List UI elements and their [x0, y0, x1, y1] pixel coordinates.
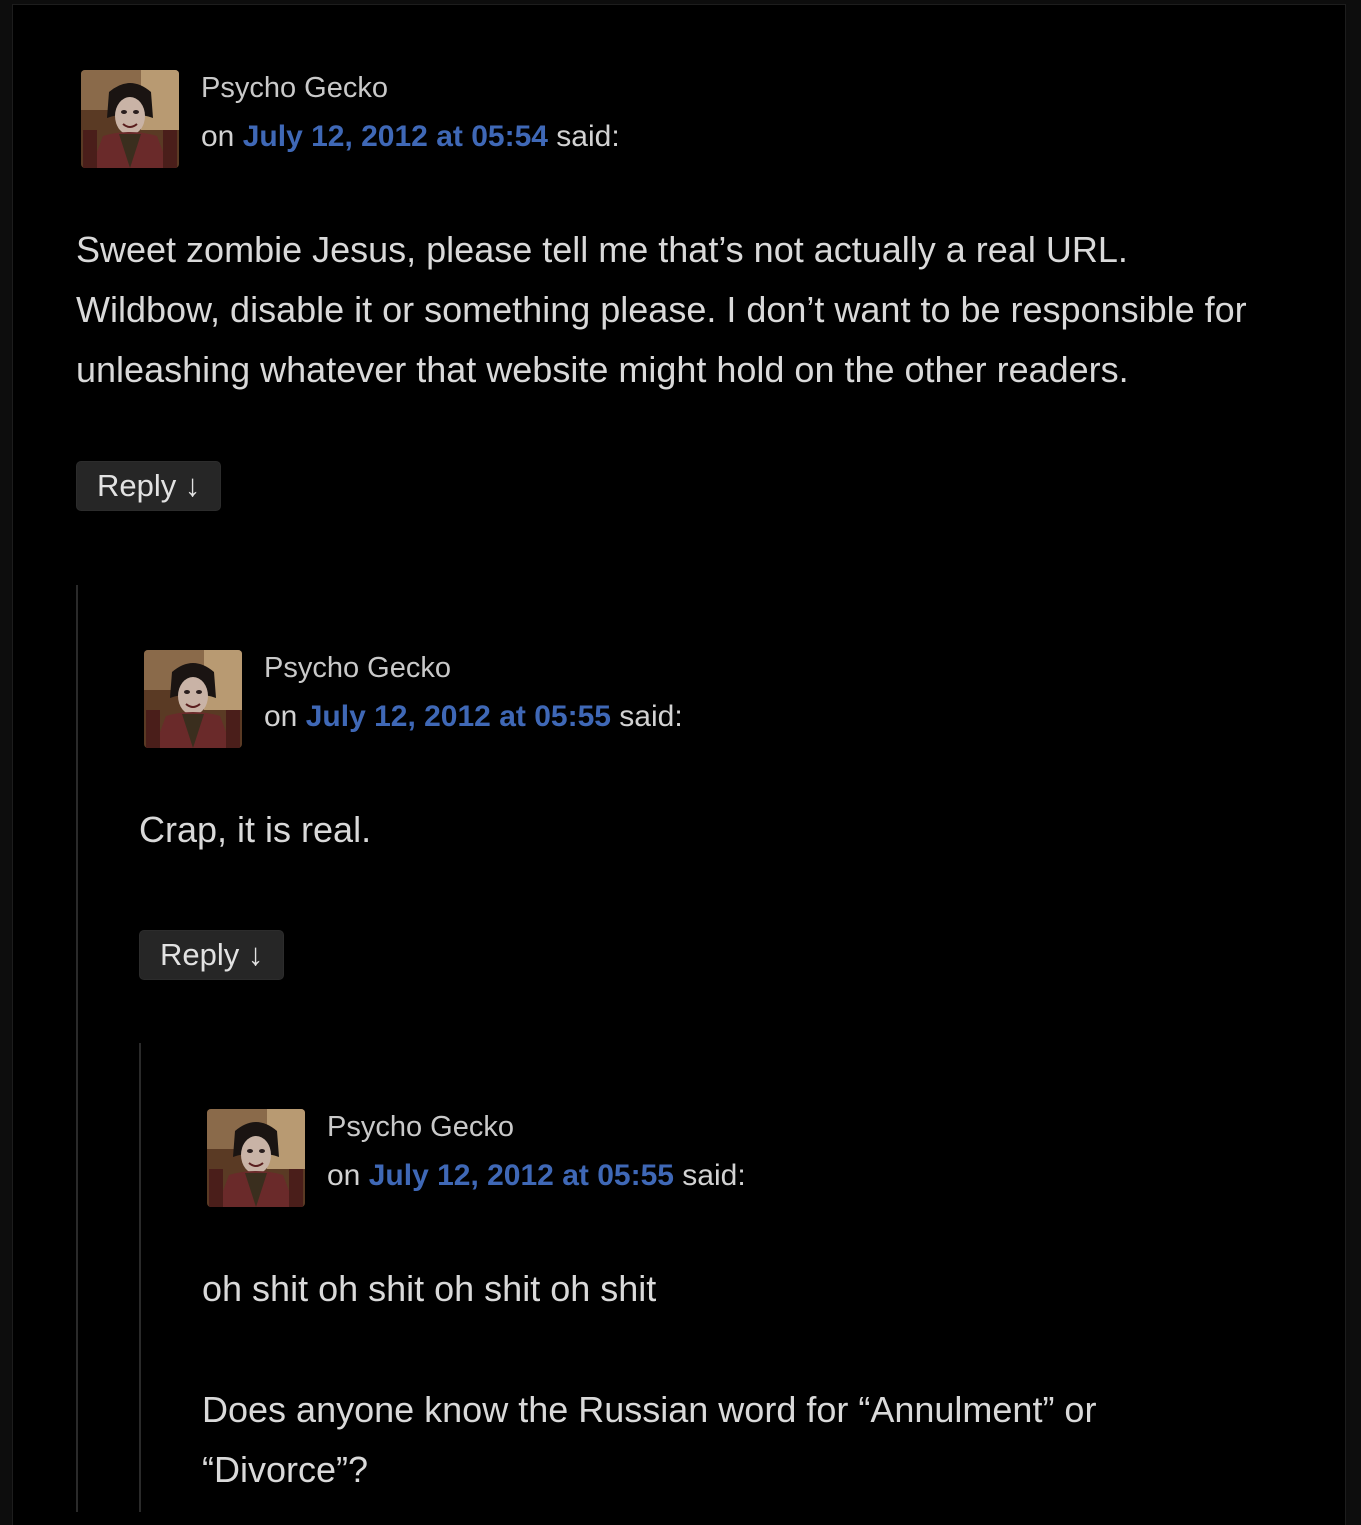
comment-author: Psycho Gecko — [201, 72, 388, 104]
comment-header: Psycho Gecko on July 12, 2012 at 05:54 s… — [76, 70, 1276, 168]
reply-button[interactable]: Reply ↓ — [139, 930, 285, 980]
comment-header: Psycho Gecko on July 12, 2012 at 05:55 s… — [139, 650, 1289, 748]
thread-line-level-2 — [139, 1043, 141, 1512]
avatar[interactable] — [207, 1109, 305, 1207]
thread-line-level-1 — [76, 585, 78, 1512]
comment: Psycho Gecko on July 12, 2012 at 05:55 s… — [139, 650, 1289, 980]
comment-meta: on July 12, 2012 at 05:55 said: — [264, 700, 683, 734]
meta-said: said: — [619, 700, 683, 733]
meta-on-prefix: on — [264, 700, 298, 733]
avatar-image-icon — [81, 70, 179, 168]
comment-body: Crap, it is real. — [139, 809, 372, 850]
comment-body: Does anyone know the Russian word for “A… — [202, 1389, 1097, 1490]
comment: Psycho Gecko on July 12, 2012 at 05:54 s… — [76, 70, 1276, 511]
meta-said: said: — [556, 120, 620, 153]
meta-on-prefix: on — [201, 120, 235, 153]
comment: Psycho Gecko on July 12, 2012 at 05:55 s… — [202, 1109, 1202, 1500]
avatar[interactable] — [81, 70, 179, 168]
meta-on-prefix: on — [327, 1159, 361, 1192]
comment-date-link[interactable]: July 12, 2012 at 05:55 — [306, 700, 611, 733]
avatar-image-icon — [144, 650, 242, 748]
comment-meta: on July 12, 2012 at 05:55 said: — [327, 1159, 746, 1193]
comment-date-link[interactable]: July 12, 2012 at 05:54 — [243, 120, 548, 153]
comment-meta: on July 12, 2012 at 05:54 said: — [201, 120, 620, 154]
comment-header: Psycho Gecko on July 12, 2012 at 05:55 s… — [202, 1109, 1202, 1207]
avatar-image-icon — [207, 1109, 305, 1207]
comment-date-link[interactable]: July 12, 2012 at 05:55 — [369, 1159, 674, 1192]
reply-button[interactable]: Reply ↓ — [76, 461, 222, 511]
avatar[interactable] — [144, 650, 242, 748]
comment-body: Sweet zombie Jesus, please tell me that’… — [76, 229, 1247, 390]
comment-body: oh shit oh shit oh shit oh shit — [202, 1268, 657, 1309]
comment-author: Psycho Gecko — [264, 652, 451, 684]
comment-author: Psycho Gecko — [327, 1111, 514, 1143]
meta-said: said: — [682, 1159, 746, 1192]
